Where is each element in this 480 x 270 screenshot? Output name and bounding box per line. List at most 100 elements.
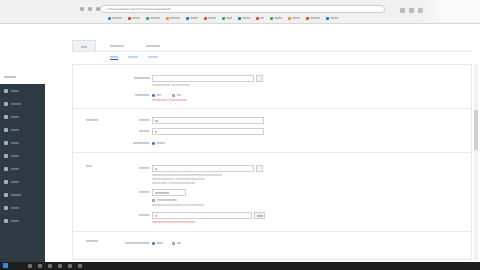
- user-icon: [4, 101, 8, 106]
- show-hint: XXXXXXXXX, XXXXXXXXXXX: [152, 99, 187, 102]
- windows-start-icon[interactable]: [3, 263, 8, 268]
- app-icon[interactable]: [78, 264, 82, 268]
- show-option-no[interactable]: XX: [172, 93, 181, 97]
- sidebar-item-goods[interactable]: XXXX: [0, 123, 45, 136]
- star-icon[interactable]: [400, 8, 405, 13]
- app-icon[interactable]: [68, 264, 72, 268]
- sidebar-item-setting[interactable]: XXXX: [0, 214, 45, 227]
- radio-checked-icon: [152, 141, 155, 145]
- section-divider: [73, 231, 471, 232]
- top-field-input[interactable]: [152, 75, 254, 82]
- price-hint-3: XXXXXXXXX, XXXXXXXXXXXXXXXX: [152, 182, 196, 185]
- system-icon: [4, 205, 8, 210]
- order-icon: [4, 88, 8, 93]
- template-label: XXXXX:: [139, 213, 150, 217]
- scrollbar[interactable]: [474, 64, 478, 260]
- price-hint-2: XXXXXXXXXXXXX, XXXXXXXXXXXXXXXXXX: [152, 178, 206, 181]
- bookmark-icon: [146, 16, 150, 20]
- template-hint: XXXXXXXXXXXXXXXXXXXXXXXXXX: [152, 221, 196, 224]
- bookmark-item[interactable]: XXXXX: [108, 16, 122, 20]
- template-select[interactable]: X: [152, 212, 252, 219]
- bookmark-item[interactable]: XXXX: [128, 16, 140, 20]
- store-icon: [4, 114, 8, 119]
- bookmarks-bar: XXXXX XXXX XXXXX XXXXX XXXX XXXX XXX XXX…: [108, 16, 338, 20]
- scrollbar-thumb[interactable]: [474, 110, 478, 150]
- bookmark-icon: [204, 16, 208, 20]
- subtab-3[interactable]: XXXXX: [148, 55, 158, 60]
- top-field-button[interactable]: [256, 75, 263, 82]
- cost-option[interactable]: XXXXXXXXXX: [152, 198, 177, 202]
- bookmark-icon: [238, 16, 242, 20]
- warn-input[interactable]: 0: [152, 128, 264, 135]
- sidebar-brand: XXXXXX: [0, 70, 45, 84]
- bookmark-icon: [288, 16, 292, 20]
- sidebar-item-store[interactable]: XXXX: [0, 110, 45, 123]
- browser-icon[interactable]: [48, 264, 52, 268]
- extension-icon[interactable]: [409, 8, 414, 13]
- sidebar-item-marketing[interactable]: XXXX: [0, 136, 45, 149]
- cost-select[interactable]: XXXXXXX: [152, 189, 186, 196]
- tab-basic[interactable]: XXX: [72, 40, 97, 51]
- template-button[interactable]: XXX: [254, 212, 265, 219]
- radio-checked-icon: [152, 93, 155, 97]
- bookmark-item[interactable]: XXXX: [288, 16, 300, 20]
- content-icon: [4, 179, 8, 184]
- sidebar-item-order[interactable]: XXXX: [0, 84, 45, 97]
- bookmark-item[interactable]: XXXX: [204, 16, 216, 20]
- sidebar-item-content[interactable]: XXXX: [0, 175, 45, 188]
- tab-detail[interactable]: XXXXXXX: [138, 40, 168, 51]
- bookmark-item[interactable]: XXXXX: [166, 16, 180, 20]
- subtab-2[interactable]: XXXXX: [128, 55, 138, 60]
- sidebar-menu: XXXX XXXXX XXXX XXXX XXXX XXXX XXXX XXXX…: [0, 84, 45, 227]
- sidebar-item-user[interactable]: XXXXX: [0, 97, 45, 110]
- bookmark-item[interactable]: XXXX: [238, 16, 250, 20]
- nav-buttons[interactable]: [80, 7, 100, 11]
- radio-checked-icon: [152, 241, 155, 245]
- bookmark-icon: [108, 16, 111, 20]
- forward-icon[interactable]: [88, 7, 92, 11]
- stock-label: XXXXX:: [139, 118, 150, 122]
- bookmark-item[interactable]: XXXX: [270, 16, 282, 20]
- task-view-icon[interactable]: [38, 264, 42, 268]
- tab-spec[interactable]: XXXXXXX: [102, 40, 132, 51]
- deduct-option[interactable]: XXXX: [152, 141, 165, 145]
- sidebar-item-system[interactable]: XXXX: [0, 201, 45, 214]
- deduct-label: XXXXXXXX:: [133, 141, 150, 145]
- address-bar[interactable]: ...cn/xxxxxxx/index.php?s=/xxxxx/xxxx/go…: [100, 5, 385, 13]
- cost-hint: XXXXXXXXXXXXXXXXXXXXXXXXXXXXXXX: [152, 204, 204, 207]
- browser-chrome: ...cn/xxxxxxx/index.php?s=/xxxxx/xxxx/go…: [0, 0, 480, 24]
- price-unit-button[interactable]: [256, 165, 263, 172]
- marketing-icon: [4, 140, 8, 145]
- bookmark-icon: [306, 16, 310, 20]
- price-input[interactable]: 0: [152, 165, 254, 172]
- bookmark-item[interactable]: XXX: [222, 16, 232, 20]
- sidebar-item-plugin[interactable]: XXXXX: [0, 188, 45, 201]
- subtab-1[interactable]: XXXX: [110, 55, 119, 60]
- radio-unchecked-icon: [172, 241, 175, 245]
- radio-unchecked-icon: [172, 93, 175, 97]
- folder-icon[interactable]: [58, 264, 62, 268]
- goods-icon: [4, 127, 8, 132]
- sidebar-item-finance[interactable]: XXXX: [0, 149, 45, 162]
- bookmark-icon: [270, 16, 274, 20]
- other-option-1[interactable]: XXX: [152, 241, 163, 245]
- bookmark-item[interactable]: XXXX: [326, 16, 338, 20]
- bookmark-item[interactable]: XXXX: [186, 16, 198, 20]
- finance-icon: [4, 153, 8, 158]
- show-option-yes[interactable]: XX: [152, 93, 161, 97]
- bookmark-item[interactable]: XXXXX: [146, 16, 160, 20]
- section-divider: [73, 108, 471, 109]
- other-label: XXXXXXXXXXXX:: [125, 241, 150, 245]
- setting-icon: [4, 218, 8, 223]
- bookmark-item[interactable]: XXXXX: [306, 16, 320, 20]
- page-tabs: XXX XXXXXXX XXXXXXX: [72, 40, 472, 52]
- search-icon[interactable]: [28, 264, 32, 268]
- bookmark-icon: [186, 16, 190, 20]
- bookmark-item[interactable]: XX: [256, 16, 264, 20]
- plugin-icon: [4, 192, 8, 197]
- price-hint: XXXXXXXXXXXXXXXXXXXXXXXXXXXXXXXXXXXXXXXX…: [152, 174, 223, 177]
- other-option-2[interactable]: XX: [172, 241, 181, 245]
- back-icon[interactable]: [80, 7, 84, 11]
- sidebar-item-data[interactable]: XXXX: [0, 162, 45, 175]
- stock-input[interactable]: 10: [152, 117, 264, 124]
